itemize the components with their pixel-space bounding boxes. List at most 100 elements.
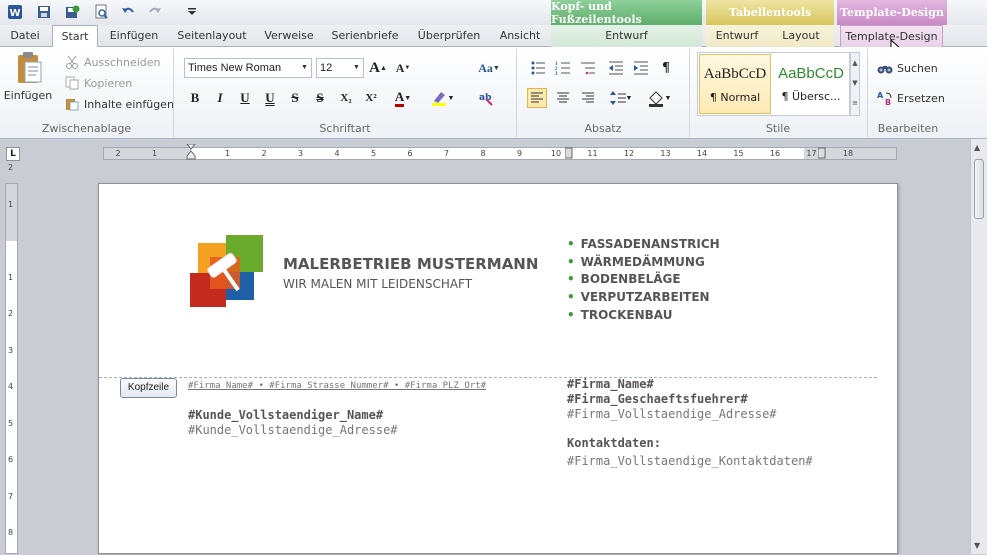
copy-button[interactable]: Kopieren xyxy=(63,74,132,92)
bullet-icon: • xyxy=(567,272,575,286)
font-size-select[interactable]: 12 ▼ xyxy=(316,58,364,78)
vertical-ruler[interactable]: 2 1 1 2 3 4 5 6 7 8 xyxy=(5,164,18,555)
shrink-font-button[interactable]: A ▼ xyxy=(393,58,413,78)
header-tag-kopfzeile[interactable]: Kopfzeile xyxy=(120,378,177,398)
line-spacing-button[interactable]: ▼ xyxy=(606,88,636,108)
title-bar: W Kopf- und Fußzeilentools Tabellentools… xyxy=(0,0,987,26)
customize-quick-access-icon[interactable] xyxy=(183,3,201,21)
tab-serienbriefe[interactable]: Serienbriefe xyxy=(326,25,404,47)
replace-label: Ersetzen xyxy=(897,91,945,105)
superscript-button[interactable]: X² xyxy=(361,88,381,108)
vertical-scrollbar[interactable]: ▲ ▼ xyxy=(970,139,987,554)
indent-marker[interactable] xyxy=(185,143,197,162)
paste-special-button[interactable]: Inhalte einfügen xyxy=(63,95,174,113)
scroll-thumb[interactable] xyxy=(974,159,984,219)
highlighter-icon xyxy=(431,92,446,106)
tab-einfuegen[interactable]: Einfügen xyxy=(104,25,164,47)
tab-ansicht[interactable]: Ansicht xyxy=(494,25,546,47)
font-name-select[interactable]: Times New Roman ▼ xyxy=(184,58,312,78)
style-heading-preview: AaBbCcD xyxy=(778,65,844,82)
ruler-tick-label: 4 xyxy=(334,149,340,158)
highlight-button[interactable]: ▼ xyxy=(426,88,458,108)
shading-button[interactable]: ▼ xyxy=(643,88,675,108)
ruler-tick-label: 18 xyxy=(842,149,854,158)
ruler-ticks: 2 1 1 2 3 4 5 6 7 8 9 10 11 12 13 14 15 16 17 18 xyxy=(104,148,896,159)
bullet-icon: • xyxy=(567,290,575,304)
undo-icon[interactable] xyxy=(119,3,137,21)
clear-format-icon[interactable]: ab xyxy=(476,88,496,108)
double-underline-button[interactable]: U xyxy=(260,88,280,108)
redo-icon[interactable] xyxy=(146,3,164,21)
save-as-icon[interactable] xyxy=(63,3,81,21)
scroll-up-icon[interactable]: ▲ xyxy=(974,143,980,152)
tab-stop-selector[interactable]: L xyxy=(6,147,20,161)
ruler-tick-label: 15 xyxy=(733,149,744,158)
style-heading[interactable]: AaBbCcD ¶ Übersc... xyxy=(773,54,849,114)
double-strikethrough-button[interactable]: S xyxy=(310,88,330,108)
cut-label: Ausschneiden xyxy=(84,55,161,69)
styles-scroll[interactable]: ▲ ▼ ≡ xyxy=(850,52,860,116)
tab-verweise[interactable]: Verweise xyxy=(260,25,318,47)
service-label: BODENBELÄGE xyxy=(580,272,681,286)
find-label: Suchen xyxy=(897,61,938,75)
ruler-tick-label: 10 xyxy=(550,149,562,158)
align-right-icon[interactable] xyxy=(578,88,598,108)
ruler-tick-label: 17 xyxy=(806,149,817,158)
style-heading-label: ¶ Übersc... xyxy=(781,90,841,103)
paste-button[interactable]: Einfügen xyxy=(4,51,52,107)
service-item: • WÄRMEDÄMMUNG xyxy=(567,255,705,269)
vertical-ruler-bar: 2 1 1 2 3 4 5 6 7 8 xyxy=(0,164,22,555)
save-icon[interactable] xyxy=(35,3,53,21)
tab-entwurf-tabelle[interactable]: Entwurf xyxy=(706,25,768,47)
service-label: VERPUTZARBEITEN xyxy=(580,290,710,304)
service-item: • TROCKENBAU xyxy=(567,308,672,322)
bullet-list-icon[interactable] xyxy=(528,58,548,78)
change-case-button[interactable]: Aa ▼ xyxy=(474,58,504,78)
right-indent-marker[interactable] xyxy=(817,147,826,162)
tab-start[interactable]: Start xyxy=(52,25,98,48)
multilevel-list-icon[interactable] xyxy=(578,58,598,78)
numbered-list-icon[interactable]: 123 xyxy=(553,58,573,78)
grow-font-button[interactable]: A ▲ xyxy=(368,58,388,78)
svg-text:A: A xyxy=(877,91,884,100)
group-label-font: Schriftart xyxy=(319,122,371,135)
decrease-indent-icon[interactable] xyxy=(606,58,626,78)
pilcrow-button[interactable]: ¶ xyxy=(656,58,676,78)
scissors-icon xyxy=(63,53,81,71)
cut-button[interactable]: Ausschneiden xyxy=(63,53,161,71)
copy-label: Kopieren xyxy=(84,76,133,90)
shrink-font-glyph: A xyxy=(395,60,405,75)
ruler-tick-label: 14 xyxy=(696,149,708,158)
service-item: • VERPUTZARBEITEN xyxy=(567,290,710,304)
scroll-down-icon[interactable]: ▼ xyxy=(974,541,980,550)
tab-datei[interactable]: Datei xyxy=(6,25,44,47)
word-app-icon[interactable]: W xyxy=(6,3,24,21)
ruler-tick-label: 2 xyxy=(261,149,267,158)
font-color-button[interactable]: A ▼ xyxy=(388,88,418,108)
italic-button[interactable]: I xyxy=(210,88,230,108)
ribbon-tabs: Datei Start Einfügen Seitenlayout Verwei… xyxy=(0,25,987,59)
ruler-tick-label: 3 xyxy=(8,345,14,355)
increase-indent-icon[interactable] xyxy=(631,58,651,78)
service-label: FASSADENANSTRICH xyxy=(580,237,720,251)
horizontal-ruler[interactable]: 2 1 1 2 3 4 5 6 7 8 9 10 11 12 13 14 15 16 17 18 xyxy=(103,143,897,162)
align-center-icon[interactable] xyxy=(553,88,573,108)
tab-seitenlayout[interactable]: Seitenlayout xyxy=(170,25,254,47)
strikethrough-button[interactable]: S xyxy=(285,88,305,108)
subscript-button[interactable]: X₂ xyxy=(336,88,356,108)
print-preview-icon[interactable] xyxy=(92,3,110,21)
tab-ueberpruefen[interactable]: Überprüfen xyxy=(412,25,486,47)
firm-address-field: #Firma_Vollstaendige_Adresse# xyxy=(567,407,777,421)
style-normal[interactable]: AaBbCcD ¶ Normal xyxy=(699,54,771,114)
align-left-icon[interactable] xyxy=(527,88,547,108)
tab-layout[interactable]: Layout xyxy=(768,25,834,47)
replace-button[interactable]: AB Ersetzen xyxy=(876,89,945,107)
grow-font-glyph: A xyxy=(369,59,380,76)
bold-button[interactable]: B xyxy=(185,88,205,108)
underline-button[interactable]: U xyxy=(235,88,255,108)
ruler-ticks: 2 1 1 2 3 4 5 6 7 8 xyxy=(6,164,17,555)
tab-marker[interactable] xyxy=(564,147,573,162)
document-page[interactable]: MALERBETRIEB MUSTERMANN WIR MALEN MIT LE… xyxy=(98,183,898,554)
tab-entwurf-kopf[interactable]: Entwurf xyxy=(551,25,702,47)
find-button[interactable]: Suchen xyxy=(876,59,938,77)
